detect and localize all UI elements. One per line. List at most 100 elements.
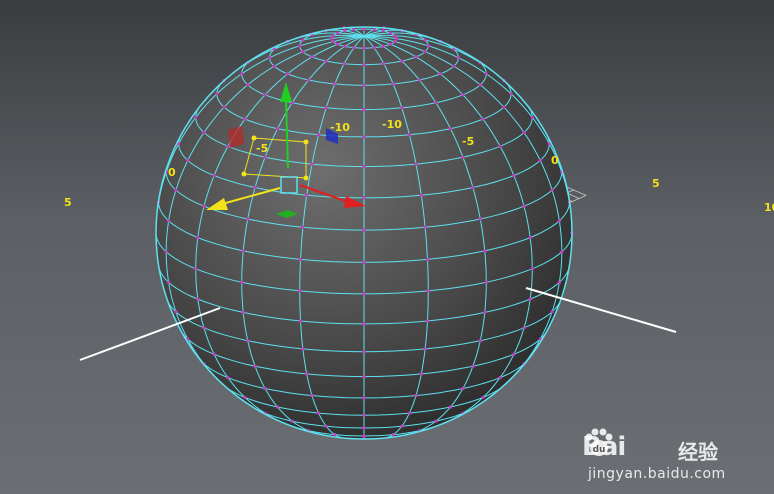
mesh-vertex[interactable] xyxy=(362,350,366,354)
mesh-vertex[interactable] xyxy=(243,117,247,121)
mesh-vertex[interactable] xyxy=(215,92,219,96)
mesh-vertex[interactable] xyxy=(425,257,430,261)
mesh-vertex[interactable] xyxy=(393,40,397,44)
mesh-vertex[interactable] xyxy=(362,375,366,379)
mesh-vertex[interactable] xyxy=(362,413,366,417)
mesh-vertex[interactable] xyxy=(522,326,526,330)
mesh-vertex[interactable] xyxy=(456,56,460,60)
mesh-vertex[interactable] xyxy=(362,292,366,296)
mesh-vertex[interactable] xyxy=(538,158,542,162)
mesh-vertex[interactable] xyxy=(253,185,257,190)
mesh-vertex[interactable] xyxy=(400,424,404,428)
mesh-vertex[interactable] xyxy=(331,40,335,44)
mesh-vertex[interactable] xyxy=(329,37,334,41)
mesh-vertex[interactable] xyxy=(336,42,340,46)
mesh-vertex[interactable] xyxy=(528,236,532,240)
mesh-vertex[interactable] xyxy=(362,434,366,438)
mesh-vertex[interactable] xyxy=(388,31,392,35)
mesh-vertex[interactable] xyxy=(550,188,554,192)
mesh-vertex[interactable] xyxy=(426,289,430,293)
mesh-vertex[interactable] xyxy=(394,37,399,41)
mesh-vertex[interactable] xyxy=(222,105,226,109)
mesh-vertex[interactable] xyxy=(530,267,534,271)
mesh-vertex[interactable] xyxy=(362,165,366,169)
mesh-vertex[interactable] xyxy=(425,319,430,323)
mesh-vertex[interactable] xyxy=(362,63,366,67)
mesh-vertex[interactable] xyxy=(434,419,438,423)
mesh-vertex[interactable] xyxy=(423,50,427,54)
mesh-vertex[interactable] xyxy=(263,386,267,391)
mesh-vertex[interactable] xyxy=(240,72,244,76)
mesh-vertex[interactable] xyxy=(448,405,453,409)
mesh-vertex[interactable] xyxy=(305,372,309,376)
mesh-vertex[interactable] xyxy=(550,310,554,314)
mesh-vertex[interactable] xyxy=(448,127,453,131)
mesh-vertex[interactable] xyxy=(498,144,502,148)
mesh-vertex[interactable] xyxy=(298,289,302,293)
mesh-vertex[interactable] xyxy=(423,347,427,351)
mesh-vertex[interactable] xyxy=(372,46,376,50)
mesh-vertex[interactable] xyxy=(400,59,404,63)
mesh-vertex[interactable] xyxy=(301,347,305,351)
mesh-vertex[interactable] xyxy=(512,352,516,356)
mesh-vertex[interactable] xyxy=(324,106,328,110)
mesh-vertex[interactable] xyxy=(272,64,276,68)
mesh-vertex[interactable] xyxy=(306,78,311,82)
mesh-vertex[interactable] xyxy=(286,72,290,76)
mesh-vertex[interactable] xyxy=(414,55,418,59)
mesh-vertex[interactable] xyxy=(194,267,198,271)
mesh-vertex[interactable] xyxy=(528,297,532,301)
mesh-vertex[interactable] xyxy=(434,101,438,105)
mesh-vertex[interactable] xyxy=(414,393,418,398)
mesh-vertex[interactable] xyxy=(298,257,303,261)
mesh-vertex[interactable] xyxy=(417,78,422,82)
mesh-vertex[interactable] xyxy=(362,27,366,31)
mesh-vertex[interactable] xyxy=(498,376,502,380)
mesh-vertex[interactable] xyxy=(301,225,305,229)
mesh-vertex[interactable] xyxy=(407,411,411,415)
mesh-vertex[interactable] xyxy=(407,133,411,137)
mesh-vertex[interactable] xyxy=(301,38,305,42)
selected-vertex[interactable] xyxy=(303,175,309,181)
mesh-vertex[interactable] xyxy=(342,62,346,66)
mesh-vertex[interactable] xyxy=(202,204,206,208)
mesh-vertex[interactable] xyxy=(194,115,198,119)
mesh-vertex[interactable] xyxy=(484,280,488,284)
mesh-vertex[interactable] xyxy=(388,42,392,46)
mesh-vertex[interactable] xyxy=(393,34,397,38)
mesh-vertex[interactable] xyxy=(317,411,321,415)
mesh-vertex[interactable] xyxy=(461,386,465,391)
mesh-vertex[interactable] xyxy=(557,280,562,284)
mesh-vertex[interactable] xyxy=(391,82,395,86)
mesh-vertex[interactable] xyxy=(226,376,230,380)
mesh-vertex[interactable] xyxy=(362,196,366,200)
mesh-vertex[interactable] xyxy=(290,419,294,423)
mesh-vertex[interactable] xyxy=(362,426,366,430)
scene-canvas[interactable] xyxy=(0,0,774,494)
mesh-vertex[interactable] xyxy=(483,249,487,253)
mesh-vertex[interactable] xyxy=(423,38,427,42)
mesh-vertex[interactable] xyxy=(382,62,386,66)
mesh-vertex[interactable] xyxy=(452,64,456,68)
mesh-vertex[interactable] xyxy=(362,260,366,264)
mesh-vertex[interactable] xyxy=(343,44,347,48)
mesh-vertex[interactable] xyxy=(381,44,385,48)
mesh-vertex[interactable] xyxy=(352,28,356,32)
3d-viewport[interactable]: 5 5 10 0 0 -10 -10 -5 -5 Bai du 经验 jingy… xyxy=(0,0,774,494)
mesh-vertex[interactable] xyxy=(226,144,230,148)
mesh-vertex[interactable] xyxy=(362,46,366,50)
mesh-vertex[interactable] xyxy=(400,106,404,110)
mesh-vertex[interactable] xyxy=(438,72,442,76)
mesh-vertex[interactable] xyxy=(263,93,267,97)
mesh-vertex[interactable] xyxy=(268,56,272,60)
mesh-vertex[interactable] xyxy=(310,162,314,166)
mesh-vertex[interactable] xyxy=(301,50,305,54)
mesh-vertex[interactable] xyxy=(484,72,488,76)
mesh-vertex[interactable] xyxy=(174,310,178,314)
sphere-mesh[interactable] xyxy=(155,26,574,441)
mesh-vertex[interactable] xyxy=(253,364,257,368)
mesh-vertex[interactable] xyxy=(343,29,347,33)
mesh-vertex[interactable] xyxy=(362,322,366,326)
mesh-vertex[interactable] xyxy=(275,127,280,131)
mesh-vertex[interactable] xyxy=(423,225,427,229)
